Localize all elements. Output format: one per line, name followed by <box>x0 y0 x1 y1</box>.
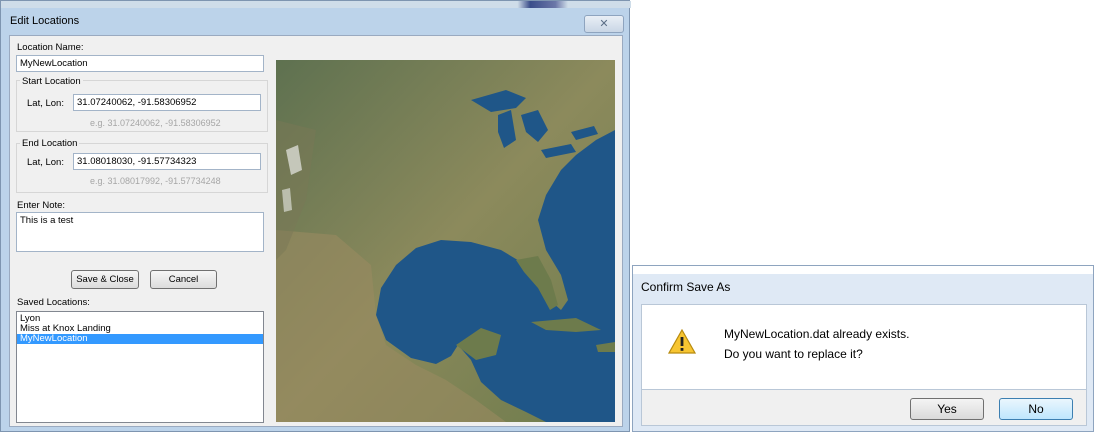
note-textarea[interactable]: This is a test <box>16 212 264 252</box>
edit-locations-window: Edit Locations ✕ Location Name: MyNewLoc… <box>0 0 631 432</box>
no-button[interactable]: No <box>999 398 1073 420</box>
close-icon: ✕ <box>599 18 609 30</box>
confirm-save-as-dialog: Confirm Save As MyNewLocation.dat alread… <box>632 265 1094 432</box>
dialog-message-line1: MyNewLocation.dat already exists. <box>724 327 910 341</box>
warning-icon <box>668 329 696 354</box>
start-latlon-label: Lat, Lon: <box>27 98 64 109</box>
cancel-button[interactable]: Cancel <box>150 270 217 289</box>
dialog-body: MyNewLocation.dat already exists. Do you… <box>641 304 1087 390</box>
start-example-hint: e.g. 31.07240062, -91.58306952 <box>90 118 221 128</box>
note-label: Enter Note: <box>17 200 66 211</box>
dialog-message-line2: Do you want to replace it? <box>724 347 863 361</box>
location-name-label: Location Name: <box>17 42 84 53</box>
north-america-map-icon <box>276 60 615 422</box>
yes-button[interactable]: Yes <box>910 398 984 420</box>
saved-locations-list[interactable]: Lyon Miss at Knox Landing MyNewLocation <box>16 311 264 423</box>
background-strip <box>633 266 1093 274</box>
start-latlon-input[interactable]: 31.07240062, -91.58306952 <box>73 94 261 111</box>
start-location-label: Start Location <box>20 76 83 87</box>
saved-locations-label: Saved Locations: <box>17 297 90 308</box>
dialog-title: Confirm Save As <box>641 280 731 294</box>
edit-locations-form: Location Name: MyNewLocation Start Locat… <box>9 35 623 427</box>
end-location-label: End Location <box>20 138 80 149</box>
list-item-selected[interactable]: MyNewLocation <box>17 334 263 344</box>
window-title: Edit Locations <box>10 15 80 27</box>
save-close-button[interactable]: Save & Close <box>71 270 139 289</box>
end-latlon-input[interactable]: 31.08018030, -91.57734323 <box>73 153 261 170</box>
location-name-input[interactable]: MyNewLocation <box>16 55 264 72</box>
satellite-map[interactable] <box>276 60 615 422</box>
end-latlon-label: Lat, Lon: <box>27 157 64 168</box>
close-button[interactable]: ✕ <box>584 15 624 33</box>
end-example-hint: e.g. 31.08017992, -91.57734248 <box>90 176 221 186</box>
dialog-footer: Yes No <box>641 390 1087 426</box>
title-bar: Edit Locations ✕ <box>1 7 631 35</box>
